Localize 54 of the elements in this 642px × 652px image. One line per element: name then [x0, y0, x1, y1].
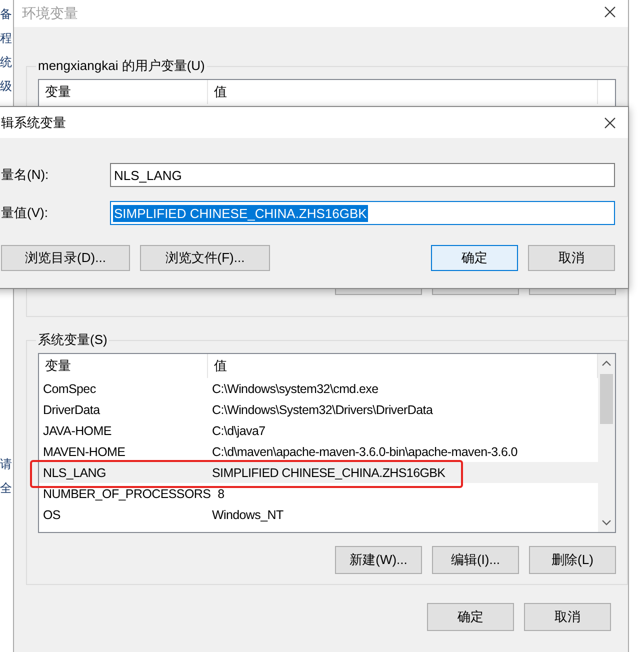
input-field[interactable]: NLS_LANG — [110, 163, 615, 187]
ok-button[interactable]: 确定 — [427, 603, 514, 631]
list-row[interactable]: MAVEN-HOME C:\d\maven\apache-maven-3.6.0-bin\apache-maven-3.6.0 — [39, 441, 598, 462]
list-row[interactable]: DriverData C:\Windows\System32\Drivers\DriverData — [39, 399, 598, 420]
scroll-up-icon[interactable] — [602, 360, 611, 366]
variable-list[interactable] — [38, 353, 616, 533]
variable-value: 8 — [216, 486, 226, 500]
close-icon[interactable] — [604, 116, 616, 128]
scroll-down-icon[interactable] — [602, 520, 611, 526]
variable-value: C:\Windows\System32\Drivers\DriverData — [211, 402, 434, 416]
column-header[interactable]: 变量 — [39, 80, 208, 104]
list-row[interactable]: JAVA-HOME C:\d\java7 — [39, 420, 598, 441]
background-text: 全 — [0, 480, 13, 497]
field-label: 量值(V): — [1, 204, 49, 222]
variable-name: MAVEN-HOME — [42, 444, 126, 458]
list-row[interactable]: OS Windows_NT — [39, 504, 598, 525]
variable-value: Windows_NT — [211, 508, 284, 522]
scroll-thumb[interactable] — [600, 374, 613, 424]
input-field[interactable]: SIMPLIFIED CHINESE_CHINA.ZHS16GBK — [110, 201, 615, 225]
column-header[interactable]: 变量 — [39, 354, 208, 378]
window-title: 辑系统变量 — [1, 114, 66, 132]
field-label: 量名(N): — [1, 166, 50, 184]
background-text: 备 — [0, 6, 13, 23]
scrollbar[interactable] — [598, 354, 615, 532]
window-title: 环境变量 — [22, 5, 78, 23]
dialog-button[interactable]: 确定 — [431, 245, 518, 271]
background-text: 统 — [0, 54, 13, 71]
action-button[interactable]: 编辑(I)... — [432, 546, 519, 574]
list-row[interactable]: NLS_LANG SIMPLIFIED CHINESE_CHINA.ZHS16GBK — [39, 462, 598, 483]
action-button[interactable]: 删除(L) — [529, 546, 616, 574]
variable-value: C:\d\java7 — [211, 424, 266, 438]
background-text: 级 — [0, 78, 13, 95]
dialog-button[interactable]: 浏览目录(D)... — [1, 245, 130, 271]
variable-name: NUMBER_OF_PROCESSORS — [42, 486, 212, 500]
list-row[interactable]: ComSpec C:\Windows\system32\cmd.exe — [39, 378, 598, 399]
variable-name: OS — [42, 508, 62, 522]
close-icon[interactable] — [604, 6, 616, 18]
variable-name: NLS_LANG — [42, 466, 107, 480]
background-text: 程 — [0, 30, 13, 47]
dialog-button[interactable]: 取消 — [528, 245, 615, 271]
variable-name: JAVA-HOME — [42, 424, 112, 438]
variable-value: SIMPLIFIED CHINESE_CHINA.ZHS16GBK — [211, 466, 446, 480]
variable-name: ComSpec — [42, 382, 97, 396]
variable-value: C:\d\maven\apache-maven-3.6.0-bin\apache-maven-3.6.0 — [211, 444, 518, 458]
background-text: 请 — [0, 456, 13, 473]
group-label: mengxiangkai 的用户变量(U) — [37, 57, 206, 75]
dialog-button[interactable]: 浏览文件(F)... — [140, 245, 270, 271]
variable-value: C:\Windows\system32\cmd.exe — [211, 382, 380, 396]
group-label: 系统变量(S) — [37, 331, 108, 349]
cancel-button[interactable]: 取消 — [524, 603, 611, 631]
list-row[interactable]: NUMBER_OF_PROCESSORS 8 — [39, 483, 598, 504]
column-header[interactable]: 值 — [208, 80, 598, 104]
action-button[interactable]: 新建(W)... — [335, 546, 422, 574]
variable-name: DriverData — [42, 402, 102, 416]
